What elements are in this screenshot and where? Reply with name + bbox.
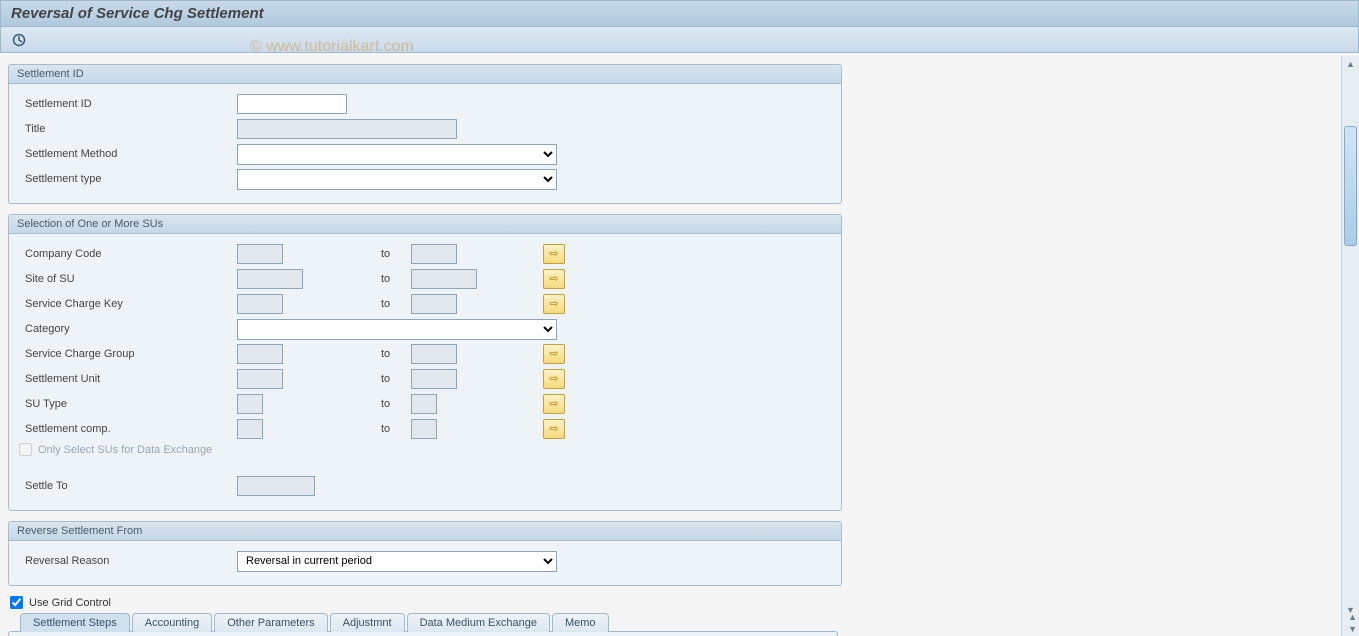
execute-icon[interactable]	[11, 32, 27, 48]
input-sckey-to[interactable]	[411, 294, 457, 314]
multiselect-scgroup[interactable]: ⇨	[543, 344, 565, 364]
input-company-code-to[interactable]	[411, 244, 457, 264]
group-settlement-id: Settlement ID Settlement ID Title Settle…	[8, 64, 842, 204]
input-sunit-from[interactable]	[237, 369, 283, 389]
multiselect-company-code[interactable]: ⇨	[543, 244, 565, 264]
input-scgroup-from[interactable]	[237, 344, 283, 364]
label-site-su: Site of SU	[17, 273, 237, 285]
input-title	[237, 119, 457, 139]
input-scomp-from[interactable]	[237, 419, 263, 439]
arrow-right-icon: ⇨	[549, 274, 558, 285]
tab-adjustmnt[interactable]: Adjustmnt	[330, 613, 405, 632]
vertical-scrollbar[interactable]: ▲ ▼	[1341, 56, 1359, 636]
label-to: to	[373, 398, 411, 410]
label-to: to	[373, 423, 411, 435]
group-header-settlement-id: Settlement ID	[9, 65, 841, 84]
arrow-right-icon: ⇨	[549, 349, 558, 360]
label-settlement-comp: Settlement comp.	[17, 423, 237, 435]
label-service-charge-key: Service Charge Key	[17, 298, 237, 310]
input-scomp-to[interactable]	[411, 419, 437, 439]
scroll-up-icon[interactable]: ▲	[1346, 59, 1355, 69]
label-su-type: SU Type	[17, 398, 237, 410]
multiselect-sunit[interactable]: ⇨	[543, 369, 565, 389]
page-title: Reversal of Service Chg Settlement	[0, 0, 1359, 27]
arrow-right-icon: ⇨	[549, 424, 558, 435]
input-settle-to[interactable]	[237, 476, 315, 496]
label-to: to	[373, 248, 411, 260]
label-settlement-type: Settlement type	[17, 173, 237, 185]
label-settlement-unit: Settlement Unit	[17, 373, 237, 385]
label-title: Title	[17, 123, 237, 135]
select-category[interactable]	[237, 319, 557, 340]
arrow-right-icon: ⇨	[549, 299, 558, 310]
tab-accounting[interactable]: Accounting	[132, 613, 212, 632]
input-sutype-to[interactable]	[411, 394, 437, 414]
input-site-su-from[interactable]	[237, 269, 303, 289]
label-to: to	[373, 298, 411, 310]
multiselect-sutype[interactable]: ⇨	[543, 394, 565, 414]
input-site-su-to[interactable]	[411, 269, 477, 289]
multiselect-scomp[interactable]: ⇨	[543, 419, 565, 439]
checkbox-only-select-sus	[19, 443, 32, 456]
group-header-selection-su: Selection of One or More SUs	[9, 215, 841, 234]
spin-up-icon[interactable]: ▲	[1348, 612, 1357, 622]
label-service-charge-group: Service Charge Group	[17, 348, 237, 360]
tab-strip: Settlement Steps Accounting Other Parame…	[20, 613, 838, 632]
tab-settlement-steps[interactable]: Settlement Steps	[20, 613, 130, 632]
label-settlement-id: Settlement ID	[17, 98, 237, 110]
checkbox-use-grid[interactable]	[10, 596, 23, 609]
multiselect-sckey[interactable]: ⇨	[543, 294, 565, 314]
multiselect-site-su[interactable]: ⇨	[543, 269, 565, 289]
input-company-code-from[interactable]	[237, 244, 283, 264]
select-reversal-reason[interactable]: Reversal in current period	[237, 551, 557, 572]
label-only-select-sus: Only Select SUs for Data Exchange	[36, 444, 212, 456]
input-sutype-from[interactable]	[237, 394, 263, 414]
main-form: Settlement ID Settlement ID Title Settle…	[0, 56, 850, 636]
label-to: to	[373, 273, 411, 285]
input-scgroup-to[interactable]	[411, 344, 457, 364]
spin-down-icon[interactable]: ▼	[1348, 624, 1357, 634]
select-settlement-type[interactable]	[237, 169, 557, 190]
group-selection-su: Selection of One or More SUs Company Cod…	[8, 214, 842, 511]
group-reverse-settlement: Reverse Settlement From Reversal Reason …	[8, 521, 842, 586]
tab-other-parameters[interactable]: Other Parameters	[214, 613, 327, 632]
group-header-reverse: Reverse Settlement From	[9, 522, 841, 541]
label-settlement-method: Settlement Method	[17, 148, 237, 160]
input-sckey-from[interactable]	[237, 294, 283, 314]
toolbar	[0, 27, 1359, 53]
tab-data-medium-exchange[interactable]: Data Medium Exchange	[407, 613, 550, 632]
input-sunit-to[interactable]	[411, 369, 457, 389]
label-settle-to: Settle To	[17, 480, 237, 492]
input-settlement-id[interactable]	[237, 94, 347, 114]
select-settlement-method[interactable]	[237, 144, 557, 165]
label-category: Category	[17, 323, 237, 335]
tab-memo[interactable]: Memo	[552, 613, 609, 632]
label-to: to	[373, 373, 411, 385]
arrow-right-icon: ⇨	[549, 399, 558, 410]
label-use-grid: Use Grid Control	[27, 597, 111, 609]
arrow-right-icon: ⇨	[549, 249, 558, 260]
arrow-right-icon: ⇨	[549, 374, 558, 385]
tab-area: Settlement Steps Accounting Other Parame…	[8, 613, 838, 636]
scroll-thumb[interactable]	[1344, 126, 1357, 246]
label-reversal-reason: Reversal Reason	[17, 555, 237, 567]
label-to: to	[373, 348, 411, 360]
label-company-code: Company Code	[17, 248, 237, 260]
